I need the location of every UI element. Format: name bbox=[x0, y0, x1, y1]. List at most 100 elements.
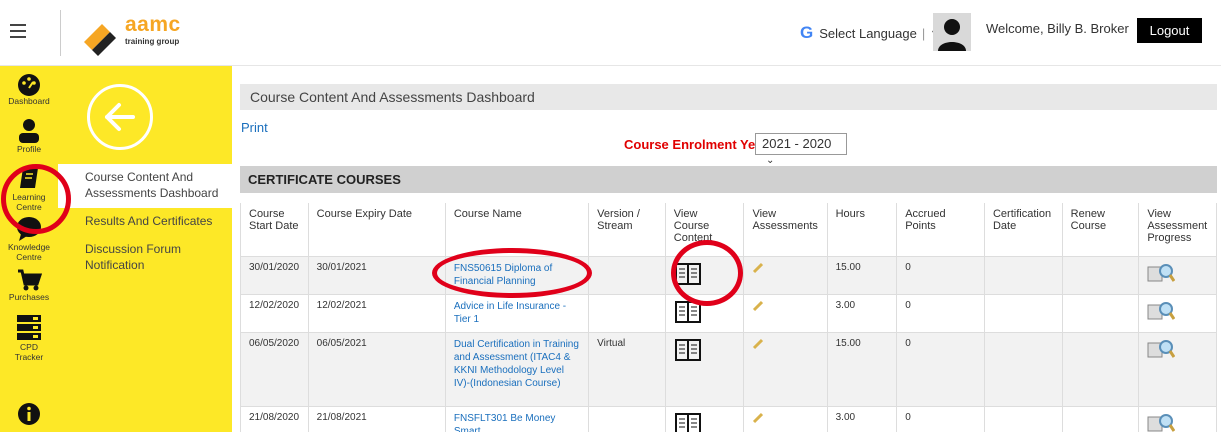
top-header: aamc training group G Select Language | … bbox=[0, 0, 1221, 66]
column-header: Certification Date bbox=[983, 203, 1063, 257]
hours: 3.00 bbox=[826, 293, 898, 333]
chevron-down-icon: ⌄ bbox=[766, 155, 775, 166]
chat-bubble-icon bbox=[17, 217, 41, 241]
rail-label-purchases: Purchases bbox=[8, 292, 50, 302]
print-link[interactable]: Print bbox=[241, 120, 268, 135]
magnifier-progress-icon[interactable] bbox=[1147, 338, 1176, 360]
rail-item-knowledge-centre[interactable]: Knowledge Centre bbox=[0, 216, 58, 262]
open-book-icon[interactable] bbox=[674, 412, 702, 432]
page-title: Course Content And Assessments Dashboard bbox=[240, 84, 1217, 110]
column-header: Renew Course bbox=[1061, 203, 1140, 257]
certification-date bbox=[983, 331, 1063, 407]
rail-item-learning-centre[interactable]: Learning Centre bbox=[0, 166, 58, 212]
logo-mark-icon bbox=[84, 24, 116, 56]
brand-name: aamc bbox=[125, 13, 181, 36]
brand-subtitle: training group bbox=[125, 37, 180, 46]
renew-course bbox=[1061, 405, 1140, 432]
certification-date bbox=[983, 293, 1063, 333]
arrow-left-icon bbox=[105, 103, 135, 131]
enrolment-year-select[interactable]: 2021 - 2020 ⌄ bbox=[755, 133, 847, 166]
expiry-date: 21/08/2021 bbox=[307, 405, 446, 432]
brand-logo[interactable]: aamc training group bbox=[80, 13, 230, 56]
accrued-points: 0 bbox=[896, 293, 985, 333]
column-header: Course Expiry Date bbox=[307, 203, 446, 257]
enrolment-year-label: Course Enrolment Year bbox=[624, 137, 768, 152]
info-icon bbox=[18, 403, 40, 425]
language-selector[interactable]: G Select Language | ▼ bbox=[800, 22, 939, 44]
section-title: CERTIFICATE COURSES bbox=[240, 166, 1217, 193]
expiry-date: 06/05/2021 bbox=[307, 331, 446, 407]
renew-course bbox=[1061, 293, 1140, 333]
open-book-icon[interactable] bbox=[674, 338, 702, 362]
column-header: View Assessment Progress bbox=[1138, 203, 1217, 257]
column-header: Hours bbox=[826, 203, 898, 257]
certification-date bbox=[983, 405, 1063, 432]
logout-button[interactable]: Logout bbox=[1137, 18, 1202, 43]
accrued-points: 0 bbox=[896, 331, 985, 407]
column-header: Course Start Date bbox=[240, 203, 309, 257]
language-separator: | bbox=[921, 25, 926, 41]
sidebar-item-results[interactable]: Results And Certificates bbox=[85, 213, 225, 229]
hours: 15.00 bbox=[826, 255, 898, 295]
table-row: 30/01/2020 30/01/2021 FNS50615 Diploma o… bbox=[240, 255, 1217, 295]
table-row: 21/08/2020 21/08/2021 FNSFLT301 Be Money… bbox=[240, 405, 1217, 432]
google-g-icon: G bbox=[800, 23, 814, 42]
rail-label-cpd-tracker: CPD Tracker bbox=[14, 342, 44, 362]
course-name-link[interactable]: FNSFLT301 Be Money Smart bbox=[454, 412, 580, 432]
accrued-points: 0 bbox=[896, 255, 985, 295]
renew-course bbox=[1061, 331, 1140, 407]
version-stream: Virtual bbox=[588, 331, 666, 407]
pencil-icon[interactable] bbox=[752, 300, 764, 312]
version-stream bbox=[588, 255, 666, 295]
rail-item-profile[interactable]: Profile bbox=[0, 118, 58, 154]
icon-rail: Dashboard Profile Learning Centre Knowle… bbox=[0, 66, 58, 432]
column-header: View Assessments bbox=[743, 203, 828, 257]
hamburger-menu-icon[interactable] bbox=[10, 24, 26, 38]
hours: 15.00 bbox=[826, 331, 898, 407]
table-row: 12/02/2020 12/02/2021 Advice in Life Ins… bbox=[240, 293, 1217, 333]
courses-table: Course Start Date Course Expiry Date Cou… bbox=[240, 203, 1217, 432]
rail-item-info[interactable] bbox=[0, 402, 58, 426]
pencil-icon[interactable] bbox=[752, 262, 764, 274]
user-icon bbox=[19, 119, 39, 143]
table-header-row: Course Start Date Course Expiry Date Cou… bbox=[240, 203, 1217, 257]
pencil-icon[interactable] bbox=[752, 412, 764, 424]
enrolment-year-value: 2021 - 2020 bbox=[762, 136, 832, 151]
course-name-link[interactable]: FNS50615 Diploma of Financial Planning bbox=[454, 262, 580, 288]
learning-centre-sidebar: Course Content And Assessments Dashboard… bbox=[58, 66, 232, 432]
main-content: Course Content And Assessments Dashboard… bbox=[232, 66, 1221, 432]
certification-date bbox=[983, 255, 1063, 295]
language-label: Select Language bbox=[819, 25, 917, 41]
pencil-icon[interactable] bbox=[752, 338, 764, 350]
start-date: 21/08/2020 bbox=[240, 405, 309, 432]
course-name-link[interactable]: Dual Certification in Training and Asses… bbox=[454, 338, 580, 390]
start-date: 06/05/2020 bbox=[240, 331, 309, 407]
sidebar-item-discussion-forum[interactable]: Discussion Forum Notification bbox=[85, 241, 200, 273]
rail-item-dashboard[interactable]: Dashboard bbox=[0, 72, 58, 106]
rail-label-learning-centre: Learning Centre bbox=[12, 192, 46, 212]
expiry-date: 30/01/2021 bbox=[307, 255, 446, 295]
rail-item-purchases[interactable]: Purchases bbox=[0, 268, 58, 302]
welcome-text: Welcome, Billy B. Broker bbox=[986, 21, 1129, 36]
rail-item-cpd-tracker[interactable]: CPD Tracker bbox=[0, 314, 58, 362]
sidebar-item-course-content[interactable]: Course Content And Assessments Dashboard bbox=[85, 169, 225, 201]
open-book-icon[interactable] bbox=[674, 300, 702, 324]
cart-icon bbox=[18, 269, 42, 291]
magnifier-progress-icon[interactable] bbox=[1147, 262, 1176, 284]
back-button[interactable] bbox=[87, 84, 153, 150]
magnifier-progress-icon[interactable] bbox=[1147, 412, 1176, 432]
expiry-date: 12/02/2021 bbox=[307, 293, 446, 333]
dashboard-icon bbox=[18, 74, 40, 96]
column-header: Course Name bbox=[444, 203, 590, 257]
book-icon bbox=[20, 168, 38, 188]
open-book-icon[interactable] bbox=[674, 262, 702, 286]
course-name-link[interactable]: Advice in Life Insurance - Tier 1 bbox=[454, 300, 580, 326]
column-header: Version / Stream bbox=[588, 203, 666, 257]
column-header: View Course Content bbox=[664, 203, 745, 257]
avatar[interactable] bbox=[933, 13, 971, 51]
magnifier-progress-icon[interactable] bbox=[1147, 300, 1176, 322]
hours: 3.00 bbox=[826, 405, 898, 432]
accrued-points: 0 bbox=[896, 405, 985, 432]
rail-label-dashboard: Dashboard bbox=[8, 96, 50, 106]
server-icon bbox=[17, 315, 41, 340]
